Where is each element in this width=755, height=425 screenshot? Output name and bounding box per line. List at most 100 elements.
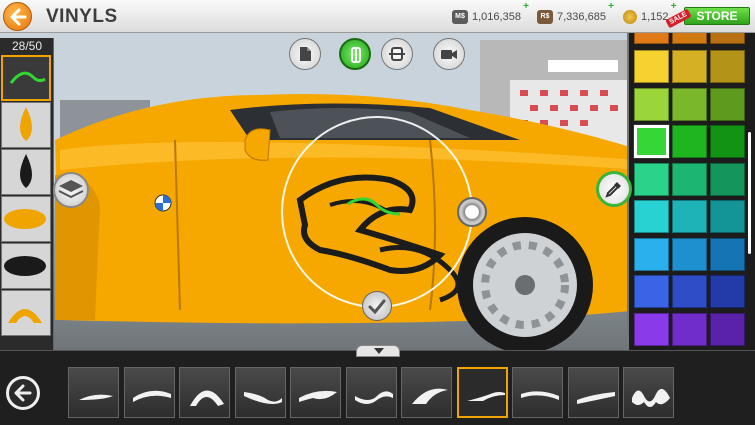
color-swatch[interactable] bbox=[710, 312, 745, 346]
color-swatch[interactable] bbox=[634, 50, 669, 83]
plus-icon: + bbox=[523, 1, 529, 12]
stroke-shape-icon bbox=[466, 392, 505, 401]
color-swatch[interactable] bbox=[672, 87, 707, 121]
flip-icon bbox=[389, 47, 405, 61]
vinyl-tile-stroke-2[interactable] bbox=[123, 367, 175, 418]
stroke-shape-icon bbox=[299, 390, 337, 402]
stroke-shape-icon bbox=[632, 388, 670, 407]
color-swatch[interactable] bbox=[710, 162, 745, 196]
color-swatch[interactable] bbox=[672, 50, 707, 83]
leaf-icon bbox=[4, 209, 46, 229]
leaf-dark-icon bbox=[4, 256, 46, 276]
layer-leaf[interactable] bbox=[1, 196, 51, 242]
color-swatch[interactable] bbox=[634, 200, 669, 233]
chevron-down-icon bbox=[374, 348, 384, 354]
color-swatch[interactable] bbox=[710, 125, 745, 158]
currency-rdollars[interactable]: R$ 7,336,685 + bbox=[537, 1, 614, 25]
camera-button[interactable] bbox=[433, 38, 465, 70]
swoosh-icon bbox=[9, 71, 46, 84]
vinyl-tile-stroke-7[interactable] bbox=[401, 367, 452, 418]
gold-icon bbox=[623, 9, 637, 24]
mirror-button[interactable] bbox=[339, 38, 371, 70]
color-swatch[interactable] bbox=[672, 200, 707, 233]
eyedropper-icon bbox=[605, 182, 621, 198]
arc-icon bbox=[8, 309, 42, 323]
color-swatch[interactable] bbox=[672, 33, 707, 44]
flip-button[interactable] bbox=[381, 38, 413, 70]
color-palette bbox=[627, 33, 755, 350]
color-swatch[interactable] bbox=[672, 237, 707, 271]
rotate-scale-handle[interactable] bbox=[457, 197, 487, 227]
page-title: VINYLS bbox=[46, 6, 118, 27]
layer-drop-dark[interactable] bbox=[1, 149, 51, 195]
color-swatch[interactable] bbox=[634, 33, 669, 44]
stroke-shape-icon bbox=[576, 392, 615, 404]
layer-count: 28/50 bbox=[11, 39, 43, 53]
eyedropper-button[interactable] bbox=[596, 171, 632, 207]
color-swatch[interactable] bbox=[710, 33, 745, 44]
vinyl-tile-stroke-6[interactable] bbox=[345, 367, 397, 418]
arrow-left-icon bbox=[14, 384, 32, 402]
layer-swoosh[interactable] bbox=[1, 55, 51, 101]
color-swatch[interactable] bbox=[710, 275, 745, 308]
color-swatch[interactable] bbox=[710, 87, 745, 121]
gold-value: 1,152 bbox=[641, 10, 669, 23]
color-swatch[interactable] bbox=[634, 237, 669, 271]
vinyl-layer-panel: 28/50 bbox=[0, 38, 54, 350]
rdollar-value: 7,336,685 bbox=[557, 10, 606, 23]
vinyl-tile-stroke-3[interactable] bbox=[179, 367, 230, 418]
color-swatch[interactable] bbox=[710, 237, 745, 271]
stroke-shape-icon bbox=[412, 388, 448, 404]
color-swatch[interactable] bbox=[634, 275, 669, 308]
layer-drop[interactable] bbox=[1, 102, 51, 148]
color-swatch[interactable] bbox=[672, 162, 707, 196]
currency-gold[interactable]: 1,152 + bbox=[623, 1, 677, 25]
color-swatch[interactable] bbox=[672, 312, 707, 346]
drop-dark-icon bbox=[20, 154, 32, 188]
store-button[interactable]: STORE bbox=[684, 7, 750, 25]
stroke-shape-icon bbox=[132, 390, 171, 402]
vinyl-tile-stroke-4[interactable] bbox=[234, 367, 286, 418]
layers-button[interactable] bbox=[53, 172, 89, 208]
color-swatch[interactable] bbox=[634, 162, 669, 196]
vinyl-tile-stroke-9[interactable] bbox=[512, 367, 563, 418]
stroke-shape-icon bbox=[190, 390, 224, 406]
expand-tab[interactable] bbox=[356, 345, 400, 357]
palette-scrollbar[interactable] bbox=[748, 132, 751, 254]
vinyl-tile-stroke-1[interactable] bbox=[68, 367, 119, 418]
check-icon bbox=[368, 299, 386, 315]
layers-icon bbox=[58, 180, 84, 199]
vinyl-tile-stroke-11[interactable] bbox=[623, 367, 674, 418]
mdollar-value: 1,016,358 bbox=[472, 10, 521, 23]
stroke-shape-icon bbox=[79, 394, 113, 400]
currency-mdollars[interactable]: M$ 1,016,358 + bbox=[452, 1, 529, 25]
back-button[interactable] bbox=[3, 2, 32, 31]
plus-icon: + bbox=[670, 1, 677, 12]
arrow-left-icon bbox=[10, 8, 27, 26]
top-bar: VINYLS M$ 1,016,358 + R$ 7,336,685 + 1,1… bbox=[0, 0, 755, 33]
document-button[interactable] bbox=[289, 38, 321, 70]
color-swatch[interactable] bbox=[710, 50, 745, 83]
stroke-shape-icon bbox=[521, 391, 559, 400]
drop-icon bbox=[20, 107, 32, 141]
color-swatch[interactable] bbox=[634, 312, 669, 346]
color-swatch[interactable] bbox=[672, 275, 707, 308]
layer-leaf-dark[interactable] bbox=[1, 243, 51, 289]
color-swatch[interactable] bbox=[633, 124, 670, 159]
mirror-icon bbox=[351, 47, 361, 63]
color-swatch[interactable] bbox=[634, 87, 669, 121]
confirm-button[interactable] bbox=[362, 291, 392, 321]
color-swatch[interactable] bbox=[672, 125, 707, 158]
layer-arc[interactable] bbox=[1, 290, 51, 336]
rdollar-icon: R$ bbox=[537, 9, 553, 24]
vinyl-tile-stroke-8[interactable] bbox=[456, 367, 508, 418]
camera-icon bbox=[441, 50, 457, 59]
bottom-back-button[interactable] bbox=[6, 376, 40, 410]
vinyl-tile-stroke-5[interactable] bbox=[290, 367, 341, 418]
sale-badge: SALE bbox=[665, 8, 692, 29]
color-swatch[interactable] bbox=[710, 200, 745, 233]
stroke-shape-icon bbox=[354, 391, 393, 404]
vinyl-tile-stroke-10[interactable] bbox=[567, 367, 619, 418]
mdollar-icon: M$ bbox=[452, 9, 468, 24]
document-icon bbox=[300, 47, 311, 61]
